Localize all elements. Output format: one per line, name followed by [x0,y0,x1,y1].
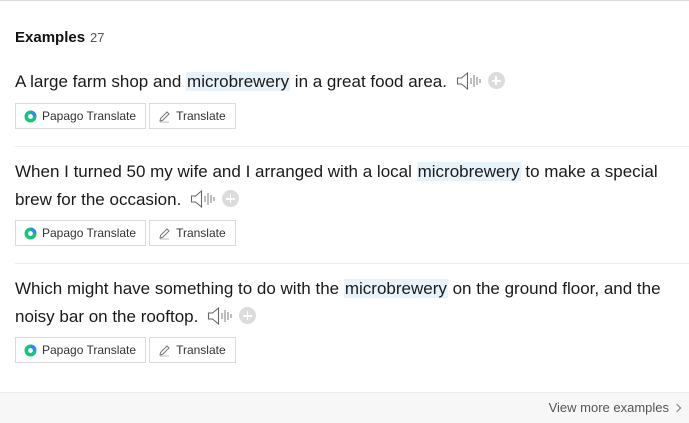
papago-translate-label: Papago Translate [42,109,137,123]
sentence-text: Which might have something to do with th… [15,279,344,298]
papago-translate-button[interactable]: Papago Translate [15,220,147,246]
view-more-label: View more examples [548,400,669,415]
highlighted-word[interactable]: microbrewery [343,279,448,298]
sentence-text: When I turned 50 my wife and I arranged … [15,162,417,181]
sentence-text: A large farm shop and [15,72,187,91]
divider [15,146,689,147]
translate-label: Translate [176,109,226,123]
examples-header: Examples 27 [15,29,105,46]
speaker-icon[interactable] [456,71,482,91]
pencil-icon [158,110,171,123]
papago-translate-label: Papago Translate [42,343,137,357]
translate-buttons: Papago Translate Translate [15,103,236,129]
example-sentence: A large farm shop and microbrewery in a … [15,68,675,96]
papago-icon [24,227,37,240]
divider [15,263,689,264]
papago-translate-button[interactable]: Papago Translate [15,103,147,129]
translate-button[interactable]: Translate [149,220,236,246]
pencil-icon [158,344,171,357]
speaker-icon[interactable] [207,306,233,326]
papago-translate-label: Papago Translate [42,226,137,240]
translate-button[interactable]: Translate [149,337,236,363]
examples-title: Examples [15,29,86,46]
view-more-examples-link[interactable]: View more examples [548,400,682,415]
highlighted-word[interactable]: microbrewery [186,72,291,91]
translate-buttons: Papago Translate Translate [15,220,236,246]
pencil-icon [158,227,171,240]
footer-bar: View more examples [0,392,689,423]
example-sentence: Which might have something to do with th… [15,275,675,331]
translate-label: Translate [176,226,226,240]
add-icon[interactable] [222,190,240,208]
chevron-right-icon [672,403,682,412]
translate-button[interactable]: Translate [149,103,236,129]
example-sentence: When I turned 50 my wife and I arranged … [15,158,675,214]
papago-icon [24,110,37,123]
top-border [0,0,689,1]
papago-translate-button[interactable]: Papago Translate [15,337,147,363]
add-icon[interactable] [239,307,257,325]
add-icon[interactable] [487,72,505,90]
papago-icon [24,344,37,357]
speaker-icon[interactable] [190,189,216,209]
examples-count: 27 [90,30,105,45]
translate-buttons: Papago Translate Translate [15,337,236,363]
highlighted-word[interactable]: microbrewery [416,162,521,181]
translate-label: Translate [176,343,226,357]
sentence-text: in a great food area. [290,72,447,91]
